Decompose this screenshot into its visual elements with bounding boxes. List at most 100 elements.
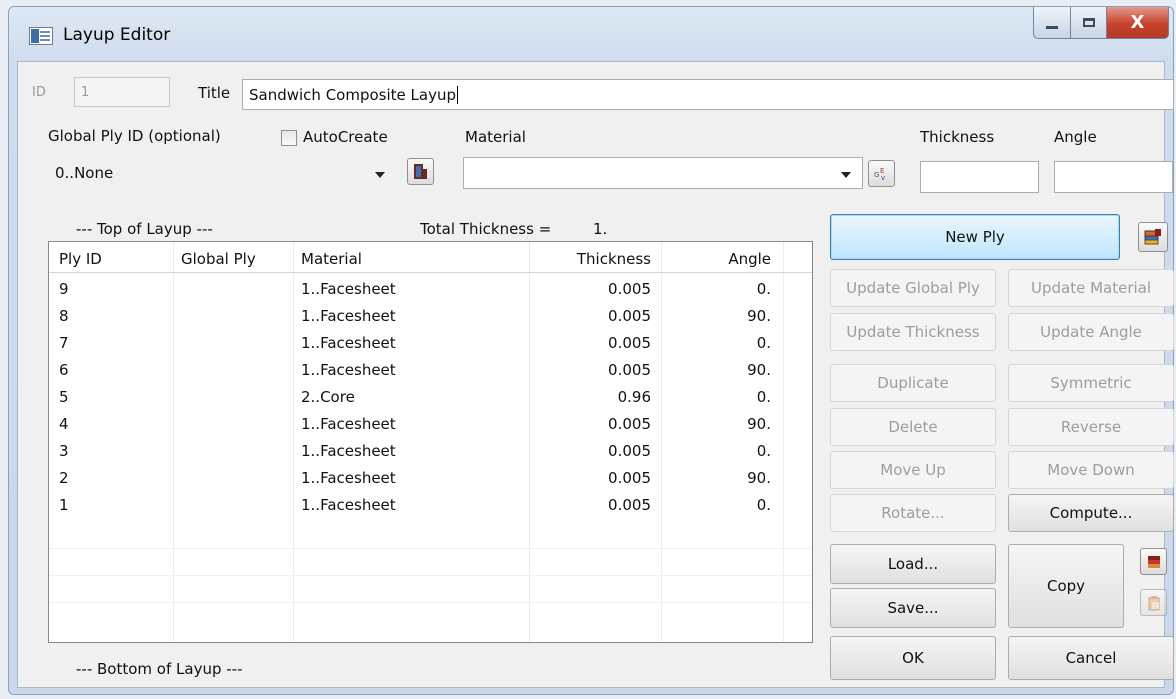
empty-row: [49, 602, 812, 630]
cell-angle: 0.: [756, 442, 771, 460]
cell-ply-id: 5: [59, 388, 69, 406]
cell-angle: 90.: [747, 307, 771, 325]
global-ply-browse-button[interactable]: [407, 158, 434, 185]
update-angle-button[interactable]: Update Angle: [1008, 313, 1174, 351]
layup-editor-window: Layup Editor X ID 1 Title Sandwich Compo…: [8, 6, 1174, 695]
cell-angle: 90.: [747, 361, 771, 379]
ply-browse-icon: [414, 164, 427, 179]
table-row[interactable]: 9 1..Facesheet 0.005 0.: [49, 276, 812, 303]
table-row[interactable]: 1 1..Facesheet 0.005 0.: [49, 492, 812, 519]
cell-ply-id: 2: [59, 469, 69, 487]
autocreate-label: AutoCreate: [303, 128, 388, 146]
ok-button[interactable]: OK: [830, 636, 996, 680]
empty-row: [49, 548, 812, 576]
dialog-body: ID 1 Title Sandwich Composite Layup Glob…: [17, 61, 1174, 688]
copy-button[interactable]: Copy: [1008, 544, 1124, 628]
cell-thickness: 0.005: [608, 415, 651, 433]
title-bar[interactable]: Layup Editor X: [9, 7, 1173, 61]
total-thickness-label: Total Thickness =: [420, 220, 552, 238]
material-dropdown-arrow-icon[interactable]: [841, 172, 851, 178]
material-select[interactable]: [463, 157, 863, 189]
paste-side-button[interactable]: [1140, 589, 1167, 616]
duplicate-button[interactable]: Duplicate: [830, 364, 996, 402]
cell-thickness: 0.005: [608, 442, 651, 460]
cancel-button[interactable]: Cancel: [1008, 636, 1174, 680]
cell-angle: 0.: [756, 280, 771, 298]
cell-ply-id: 9: [59, 280, 69, 298]
autocreate-checkbox[interactable]: [281, 130, 297, 146]
update-material-button[interactable]: Update Material: [1008, 269, 1174, 307]
save-button[interactable]: Save...: [830, 588, 996, 628]
material-browse-icon: G E v: [874, 167, 885, 182]
table-row[interactable]: 8 1..Facesheet 0.005 90.: [49, 303, 812, 330]
column-header-thickness[interactable]: Thickness: [529, 250, 651, 268]
window-controls: X: [1033, 7, 1169, 39]
new-ply-button[interactable]: New Ply: [830, 214, 1120, 260]
global-ply-dropdown-arrow-icon[interactable]: [375, 172, 385, 178]
compute-button[interactable]: Compute...: [1008, 494, 1174, 532]
id-label: ID: [32, 85, 46, 100]
title-label: Title: [198, 84, 231, 102]
close-button[interactable]: X: [1107, 7, 1169, 39]
table-row[interactable]: 3 1..Facesheet 0.005 0.: [49, 438, 812, 465]
material-browse-button[interactable]: G E v: [868, 160, 895, 187]
maximize-button[interactable]: [1071, 7, 1107, 39]
table-row[interactable]: 2 1..Facesheet 0.005 90.: [49, 465, 812, 492]
delete-button[interactable]: Delete: [830, 408, 996, 446]
cell-material: 1..Facesheet: [301, 334, 396, 352]
new-ply-side-button[interactable]: [1138, 222, 1168, 252]
table-row[interactable]: 7 1..Facesheet 0.005 0.: [49, 330, 812, 357]
table-header: Ply ID Global Ply Material Thickness Ang…: [49, 242, 812, 273]
window-title: Layup Editor: [63, 25, 171, 45]
column-header-material[interactable]: Material: [301, 250, 362, 268]
empty-row: [49, 575, 812, 603]
global-ply-label: Global Ply ID (optional): [48, 127, 221, 145]
column-header-global-ply[interactable]: Global Ply: [181, 250, 256, 268]
move-up-button[interactable]: Move Up: [830, 451, 996, 489]
id-field: 1: [74, 77, 170, 107]
cell-material: 2..Core: [301, 388, 355, 406]
update-global-ply-button[interactable]: Update Global Ply: [830, 269, 996, 307]
update-thickness-button[interactable]: Update Thickness: [830, 313, 996, 351]
table-row[interactable]: 6 1..Facesheet 0.005 90.: [49, 357, 812, 384]
angle-input[interactable]: [1054, 161, 1173, 193]
ply-table[interactable]: Ply ID Global Ply Material Thickness Ang…: [48, 241, 813, 643]
cell-ply-id: 6: [59, 361, 69, 379]
cell-thickness: 0.005: [608, 469, 651, 487]
cell-material: 1..Facesheet: [301, 496, 396, 514]
move-down-button[interactable]: Move Down: [1008, 451, 1174, 489]
paste-icon: [1148, 595, 1159, 610]
table-row[interactable]: 5 2..Core 0.96 0.: [49, 384, 812, 411]
text-cursor: [456, 85, 458, 104]
cell-ply-id: 3: [59, 442, 69, 460]
cell-material: 1..Facesheet: [301, 469, 396, 487]
symmetric-button[interactable]: Symmetric: [1008, 364, 1174, 402]
stack-icon: [1144, 229, 1161, 245]
column-header-ply-id[interactable]: Ply ID: [59, 250, 102, 268]
title-input[interactable]: Sandwich Composite Layup: [242, 79, 1174, 110]
cell-thickness: 0.005: [608, 361, 651, 379]
cell-thickness: 0.96: [617, 388, 651, 406]
cell-ply-id: 4: [59, 415, 69, 433]
cell-ply-id: 1: [59, 496, 69, 514]
maximize-icon: [1082, 18, 1095, 27]
svg-text:v: v: [881, 174, 885, 182]
cell-ply-id: 7: [59, 334, 69, 352]
load-button[interactable]: Load...: [830, 544, 996, 584]
cell-thickness: 0.005: [608, 307, 651, 325]
rotate-button[interactable]: Rotate...: [830, 494, 996, 532]
global-ply-select-value: 0..None: [55, 164, 114, 182]
global-ply-select[interactable]: 0..None: [48, 157, 398, 189]
cell-thickness: 0.005: [608, 280, 651, 298]
minimize-button[interactable]: [1033, 7, 1071, 39]
cell-angle: 0.: [756, 388, 771, 406]
close-icon: X: [1130, 11, 1145, 33]
reverse-button[interactable]: Reverse: [1008, 408, 1174, 446]
cell-material: 1..Facesheet: [301, 280, 396, 298]
thickness-input[interactable]: [920, 161, 1039, 193]
column-header-angle[interactable]: Angle: [661, 250, 771, 268]
title-input-value: Sandwich Composite Layup: [249, 85, 456, 104]
cell-angle: 90.: [747, 415, 771, 433]
table-row[interactable]: 4 1..Facesheet 0.005 90.: [49, 411, 812, 438]
copy-side-button[interactable]: [1140, 548, 1167, 575]
